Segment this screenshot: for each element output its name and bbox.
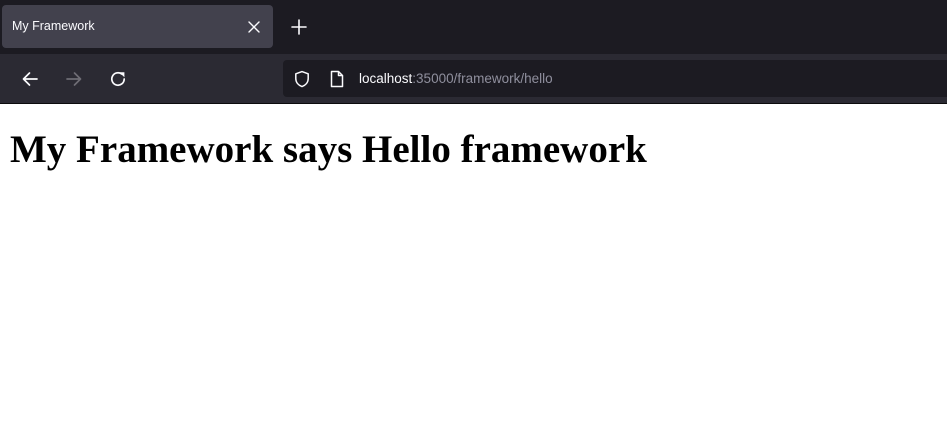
address-bar[interactable]: localhost:35000/framework/hello: [283, 60, 947, 97]
page-content: My Framework says Hello framework: [0, 104, 947, 447]
navigation-toolbar: localhost:35000/framework/hello: [0, 54, 947, 103]
active-tab[interactable]: My Framework: [2, 5, 273, 48]
page-icon[interactable]: [327, 69, 347, 89]
tab-strip: My Framework: [0, 0, 947, 54]
url-path: :35000/framework/hello: [412, 71, 553, 86]
arrow-left-icon[interactable]: [18, 67, 42, 91]
arrow-right-icon[interactable]: [62, 67, 86, 91]
url-host: localhost: [359, 71, 413, 86]
plus-icon[interactable]: [287, 15, 311, 39]
tab-title: My Framework: [12, 19, 95, 33]
page-heading: My Framework says Hello framework: [10, 128, 647, 171]
shield-icon[interactable]: [292, 69, 312, 89]
url-text[interactable]: localhost:35000/framework/hello: [359, 71, 553, 86]
close-icon[interactable]: [244, 17, 264, 37]
reload-icon[interactable]: [106, 67, 130, 91]
